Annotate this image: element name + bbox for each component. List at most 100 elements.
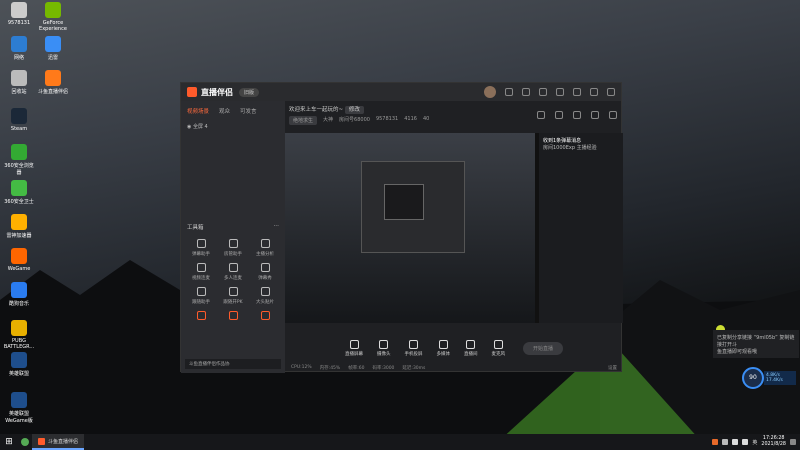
desktop-icon[interactable]: GeForce Experience <box>36 2 70 32</box>
tool-label: 视频连麦 <box>192 276 210 281</box>
notification-line1: 已复制分享链接 “9ml05b” 复制链接打开斗 <box>717 335 795 348</box>
tool-item[interactable]: 主播分析 <box>249 239 281 257</box>
app-icon <box>11 320 27 336</box>
record-icon[interactable] <box>537 111 545 119</box>
source-label: 直播间 <box>464 351 478 357</box>
menu-icon[interactable] <box>556 88 564 96</box>
user-avatar[interactable] <box>484 86 496 98</box>
desktop-icon[interactable]: 回收站 <box>2 70 36 95</box>
network-speed: 4.8K/s 17.4K/s <box>764 371 796 385</box>
source-label: 多媒体 <box>436 351 451 357</box>
tool-item[interactable]: 弹幕助手 <box>185 239 217 257</box>
tray-chevron-icon[interactable] <box>722 439 729 445</box>
source-button[interactable]: 直播屏幕 <box>345 339 363 357</box>
network-gauge[interactable]: 90 <box>742 367 764 389</box>
desktop-icon-label: 斗鱼直播伴侣 <box>37 89 68 95</box>
tool-item[interactable] <box>185 311 217 323</box>
desktop-icon[interactable]: 迅雷 <box>36 36 70 61</box>
desktop-icon[interactable]: 英雄联盟WeGame版 <box>2 392 36 424</box>
edit-title-button[interactable]: 修改 <box>344 106 364 114</box>
tab-audience[interactable]: 观众 <box>219 107 230 115</box>
clock[interactable]: 17:26:28 2021/8/28 <box>761 436 786 448</box>
game-pill[interactable]: 绝地求生 <box>289 116 318 125</box>
version-badge[interactable]: 旧版 <box>239 87 260 97</box>
desktop-icon-label: PUBG BATTLEGR... <box>3 338 35 350</box>
tool-item[interactable]: 跟随助手 <box>185 287 217 305</box>
desktop-icon[interactable]: 英雄联盟 <box>2 352 36 377</box>
windows-start-icon[interactable]: ⊞ <box>0 434 18 450</box>
desktop-icon[interactable]: WeGame <box>2 248 36 272</box>
tool-icon <box>228 239 238 248</box>
app-icon <box>45 70 61 86</box>
tool-label: 弹幕助手 <box>192 252 210 257</box>
maximize-icon[interactable] <box>590 88 598 96</box>
network-icon[interactable] <box>732 439 739 445</box>
desktop-icon[interactable]: 酷狗音乐 <box>2 282 36 307</box>
tool-item[interactable]: 视频连麦 <box>185 263 217 281</box>
desktop-icon[interactable]: 360安全卫士 <box>2 180 36 205</box>
desktop-icon-label: 网络 <box>13 55 24 61</box>
app-icon <box>11 2 27 18</box>
source-icon <box>438 339 448 349</box>
source-button[interactable]: 麦克风 <box>492 339 505 357</box>
screenshot-icon[interactable] <box>573 111 581 119</box>
toolbox-header: 工具箱 <box>187 225 204 231</box>
chat-title: 收到1条弹幕消息 <box>543 138 582 144</box>
tool-item[interactable]: 跟随开PK <box>217 287 249 305</box>
volume-icon[interactable] <box>742 439 749 445</box>
more-icon[interactable]: ⋯ <box>274 223 280 231</box>
tray-app-icon[interactable] <box>712 439 719 445</box>
share-icon[interactable] <box>609 111 617 119</box>
desktop-icon[interactable]: 雷神加速器 <box>2 214 36 239</box>
tool-item[interactable] <box>217 311 249 323</box>
input-language[interactable]: 英 <box>752 439 757 446</box>
minimize-icon[interactable] <box>573 88 581 96</box>
chat-sub: 房间1000Exp 主播经验 <box>543 145 597 151</box>
bell-icon[interactable] <box>591 111 599 119</box>
go-live-button[interactable]: 开始直播 <box>522 341 563 355</box>
source-button[interactable]: 多媒体 <box>436 339 451 357</box>
desktop-icon-label: 回收站 <box>11 89 27 95</box>
perf-stat: 码率:3000 <box>372 366 395 371</box>
app-icon <box>45 36 61 52</box>
pinned-app-icon[interactable] <box>18 434 32 450</box>
taskbar-app-button[interactable]: 斗鱼直播伴侣 <box>32 434 85 450</box>
tab-speak[interactable]: 可发言 <box>240 107 257 115</box>
status-text: 斗鱼直播伴侣作品协 <box>189 362 230 367</box>
message-icon[interactable] <box>505 88 513 96</box>
app-icon <box>11 282 27 298</box>
eye-icon[interactable]: ◉ <box>187 124 191 130</box>
source-button[interactable]: 手机投屏 <box>405 339 423 357</box>
lock-icon[interactable] <box>555 111 563 119</box>
source-button[interactable]: 摄像头 <box>377 339 391 357</box>
source-label: 直播屏幕 <box>345 351 363 357</box>
desktop-icon[interactable]: Steam <box>2 108 36 132</box>
desktop-icon[interactable]: 网络 <box>2 36 36 61</box>
share-notification[interactable]: 已复制分享链接 “9ml05b” 复制链接打开斗 鱼直播即可观看哦 <box>713 330 799 358</box>
skin-icon[interactable] <box>522 88 530 96</box>
tool-label: 跟随开PK <box>223 300 243 305</box>
tool-item[interactable]: 大头贴片 <box>249 287 281 305</box>
tool-item[interactable]: 弹幕秀 <box>249 263 281 281</box>
source-button[interactable]: 直播间 <box>464 339 478 357</box>
gift-icon[interactable] <box>539 88 547 96</box>
tool-item[interactable]: 多人连麦 <box>217 263 249 281</box>
tab-scene[interactable]: 视频场景 <box>187 107 209 115</box>
desktop-icon[interactable]: PUBG BATTLEGR... <box>2 320 36 350</box>
download-speed: 17.4K/s <box>766 378 783 383</box>
source-label: 摄像头 <box>377 351 391 357</box>
scene-item[interactable]: ◉ 全屏 4 <box>181 121 285 132</box>
tool-item[interactable] <box>249 311 281 323</box>
tool-label: 多人连麦 <box>224 276 242 281</box>
desktop-icon[interactable]: 9578131 <box>2 2 36 26</box>
notification-center-icon[interactable] <box>790 439 796 445</box>
tool-item[interactable]: 房管助手 <box>217 239 249 257</box>
room-id: 房间号68000 <box>339 117 370 123</box>
toolbox: 工具箱 ⋯ 弹幕助手 房管助手 主播分析视频连麦 多人连麦 弹幕秀跟随助手 跟随开PK 大头… <box>181 221 285 329</box>
desktop-icon[interactable]: 斗鱼直播伴侣 <box>36 70 70 95</box>
app-icon <box>11 108 27 124</box>
stream-preview[interactable]: 收到1条弹幕消息 房间1000Exp 主播经验 <box>285 133 623 323</box>
desktop-icon[interactable]: 360安全浏览器 <box>2 144 36 176</box>
close-icon[interactable] <box>607 88 615 96</box>
settings-link[interactable]: 设置 <box>608 365 617 371</box>
